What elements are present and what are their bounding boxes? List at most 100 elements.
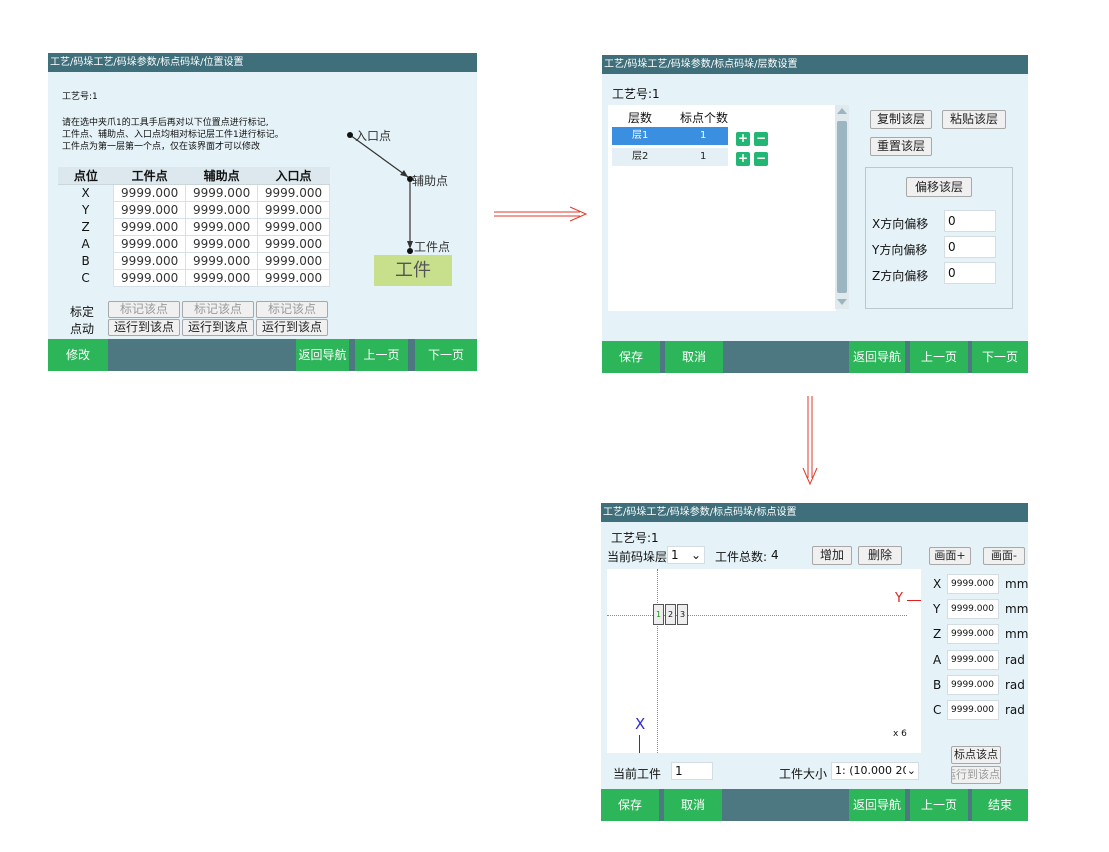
cancel-button[interactable]: 取消	[665, 341, 723, 373]
entry-point-value[interactable]: 9999.000	[257, 269, 330, 287]
save-button[interactable]: 保存	[601, 789, 659, 821]
panel-point-settings: 工艺/码垛工艺/码垛参数/标点码垛/标点设置 工艺号:1 当前码垛层 1 ⌄ 工…	[601, 503, 1028, 821]
work-point-value[interactable]: 9999.000	[113, 235, 187, 253]
coord-y-input[interactable]: 9999.000	[947, 599, 999, 619]
offset-layer-button[interactable]: 偏移该层	[906, 177, 972, 197]
z-offset-input[interactable]: 0	[944, 262, 996, 284]
work-piece-2[interactable]: 2	[665, 604, 676, 625]
cancel-button[interactable]: 取消	[664, 789, 722, 821]
modify-button[interactable]: 修改	[48, 339, 108, 371]
panel-layer-settings: 工艺/码垛工艺/码垛参数/标点码垛/层数设置 工艺号:1 层数 标点个数 层1 …	[602, 55, 1028, 373]
breadcrumb: 工艺/码垛工艺/码垛参数/标点码垛/标点设置	[603, 507, 797, 518]
coord-a-input[interactable]: 9999.000	[947, 650, 999, 670]
back-nav-button[interactable]: 返回导航	[296, 339, 349, 371]
work-point-value[interactable]: 9999.000	[113, 252, 187, 270]
mark-aux-point-button[interactable]: 标记该点	[182, 301, 254, 318]
y-offset-input[interactable]: 0	[944, 236, 996, 258]
zoom-out-button[interactable]: 画面-	[983, 547, 1025, 565]
scroll-up-icon[interactable]	[837, 108, 847, 114]
x-guide-line	[657, 569, 658, 753]
zoom-in-button[interactable]: 画面+	[929, 547, 971, 565]
layout-canvas[interactable]: Y X 1 2 3 x 6	[607, 569, 921, 753]
table-header: 点位 工件点 辅助点 入口点	[58, 167, 330, 185]
aux-point-value[interactable]: 9999.000	[185, 252, 259, 270]
prev-page-button[interactable]: 上一页	[355, 339, 408, 371]
minus-icon[interactable]: −	[754, 132, 768, 146]
aux-point-value[interactable]: 9999.000	[185, 218, 259, 236]
work-piece-1[interactable]: 1	[653, 604, 664, 625]
unit-b: rad	[1005, 678, 1025, 692]
work-point-value[interactable]: 9999.000	[113, 184, 187, 202]
add-button[interactable]: 增加	[812, 546, 852, 565]
prev-page-button[interactable]: 上一页	[910, 341, 968, 373]
total-pieces-label: 工件总数:	[715, 550, 768, 564]
run-to-work-point-button[interactable]: 运行到该点	[108, 319, 180, 336]
plus-icon[interactable]: +	[736, 152, 750, 166]
coord-b-input[interactable]: 9999.000	[947, 675, 999, 695]
coord-c-input[interactable]: 9999.000	[947, 700, 999, 720]
delete-button[interactable]: 删除	[858, 546, 902, 565]
x-offset-input[interactable]: 0	[944, 210, 996, 232]
work-point-label: 工件点	[414, 240, 451, 254]
calibrate-label: 标定	[70, 305, 95, 319]
layer-row[interactable]: 层2 1	[612, 148, 728, 166]
aux-point-value[interactable]: 9999.000	[185, 235, 259, 253]
work-point-value[interactable]: 9999.000	[113, 218, 187, 236]
current-piece-input[interactable]: 1	[671, 762, 713, 780]
entry-point-value[interactable]: 9999.000	[257, 252, 330, 270]
entry-point-value[interactable]: 9999.000	[257, 201, 330, 219]
work-point-dot	[407, 248, 413, 254]
save-button[interactable]: 保存	[602, 341, 660, 373]
scroll-down-icon[interactable]	[837, 299, 847, 305]
coord-z-input[interactable]: 9999.000	[947, 624, 999, 644]
piece-label: 3	[679, 610, 686, 619]
layer-list[interactable]: 层数 标点个数 层1 1 层2 1 + − + −	[608, 105, 836, 311]
plus-icon[interactable]: +	[736, 132, 750, 146]
layer-row-selected[interactable]: 层1 1	[612, 127, 728, 145]
work-point-value[interactable]: 9999.000	[113, 269, 187, 287]
work-piece-3[interactable]: 3	[677, 604, 688, 625]
aux-point-value[interactable]: 9999.000	[185, 184, 259, 202]
panel-position-settings: 工艺/码垛工艺/码垛参数/标点码垛/位置设置 工艺号:1 请在选中夹爪1的工具手…	[48, 53, 477, 371]
axis-label: Y	[81, 203, 90, 217]
scroll-thumb[interactable]	[837, 121, 847, 293]
mark-entry-point-button[interactable]: 标记该点	[256, 301, 328, 318]
work-point-value[interactable]: 9999.000	[113, 201, 187, 219]
finish-button[interactable]: 结束	[972, 789, 1028, 821]
run-to-entry-point-button[interactable]: 运行到该点	[256, 319, 328, 336]
aux-point-value[interactable]: 9999.000	[185, 201, 259, 219]
copy-layer-button[interactable]: 复制该层	[870, 110, 932, 129]
mark-work-point-button[interactable]: 标记该点	[108, 301, 180, 318]
next-page-button[interactable]: 下一页	[415, 339, 477, 371]
y-axis-label: Y	[895, 591, 903, 606]
axis-label-b: B	[933, 678, 942, 692]
mark-point-button[interactable]: 标点该点	[951, 746, 1001, 764]
next-page-button[interactable]: 下一页	[972, 341, 1028, 373]
y-guide-line	[607, 615, 907, 616]
entry-point-value[interactable]: 9999.000	[257, 184, 330, 202]
entry-point-value[interactable]: 9999.000	[257, 218, 330, 236]
z-offset-label: Z方向偏移	[872, 269, 929, 283]
scrollbar[interactable]	[835, 105, 849, 309]
piece-size-select[interactable]: 1: (10.000 20 ⌄	[831, 762, 919, 780]
axis-label-c: C	[933, 703, 942, 717]
entry-point-value[interactable]: 9999.000	[257, 235, 330, 253]
aux-point-value[interactable]: 9999.000	[185, 269, 259, 287]
piece-label: 1	[655, 610, 662, 619]
unit-c: rad	[1005, 703, 1025, 717]
current-layer-label: 当前码垛层	[607, 550, 668, 564]
reset-layer-button[interactable]: 重置该层	[870, 137, 932, 156]
coord-x-input[interactable]: 9999.000	[947, 574, 999, 594]
run-to-point-button[interactable]: 运行到该点	[951, 766, 1001, 784]
x-axis-line	[639, 735, 640, 753]
breadcrumb: 工艺/码垛工艺/码垛参数/标点码垛/层数设置	[604, 59, 798, 70]
minus-icon[interactable]: −	[754, 152, 768, 166]
back-nav-button[interactable]: 返回导航	[849, 789, 905, 821]
current-layer-select[interactable]: 1 ⌄	[667, 546, 705, 564]
back-nav-button[interactable]: 返回导航	[849, 341, 905, 373]
column-header: 标点个数	[680, 111, 729, 125]
run-to-aux-point-button[interactable]: 运行到该点	[182, 319, 254, 336]
paste-layer-button[interactable]: 粘贴该层	[942, 110, 1006, 129]
prev-page-button[interactable]: 上一页	[910, 789, 968, 821]
footer-bar: 保存 取消 返回导航 上一页 下一页	[602, 341, 1028, 373]
